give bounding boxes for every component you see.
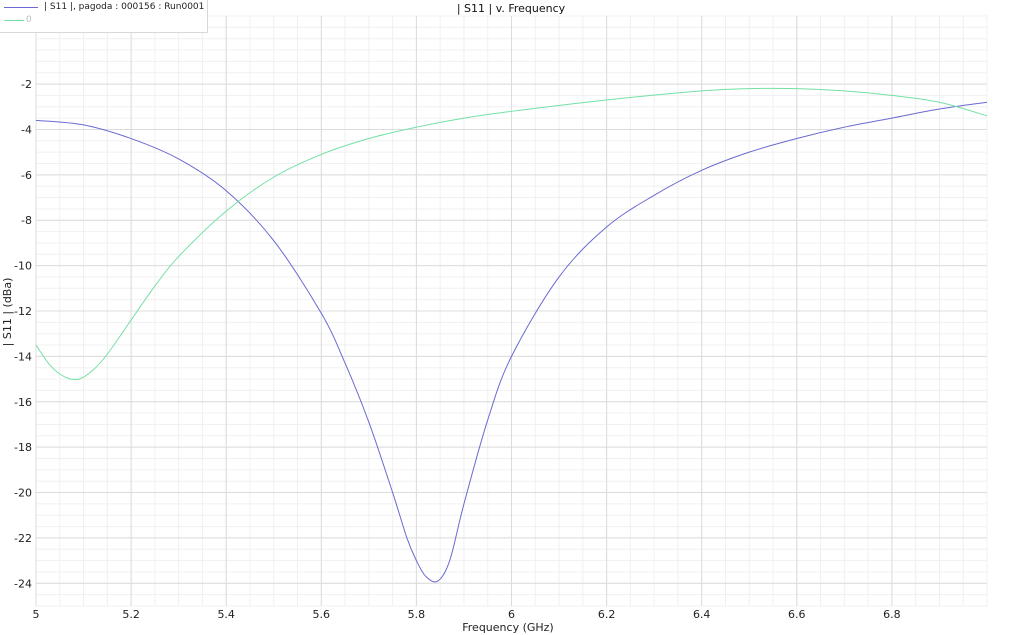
x-tick-label: 6.2 <box>598 608 616 621</box>
y-tick-label: -8 <box>21 214 32 227</box>
y-tick-label: -12 <box>14 305 32 318</box>
y-tick-label: -10 <box>14 260 32 273</box>
x-tick-label: 5 <box>33 608 40 621</box>
legend-entry-series-1[interactable]: | S11 |, pagoda : 000156 : Run0001 <box>0 2 207 13</box>
y-tick-label: -20 <box>14 487 32 500</box>
y-tick-label: -22 <box>14 532 32 545</box>
grid <box>35 15 988 607</box>
x-tick-label: 6.8 <box>883 608 901 621</box>
x-tick-label: 6 <box>508 608 515 621</box>
y-tick-label: -14 <box>14 350 32 363</box>
legend-label-series-1: | S11 |, pagoda : 000156 : Run0001 <box>44 2 205 12</box>
y-axis-title: | S11 | (dBa) <box>1 278 14 347</box>
legend-label-series-2: 0 <box>26 15 32 25</box>
y-tick-label: -2 <box>21 78 32 91</box>
legend-entry-series-2[interactable]: 0 <box>0 15 207 26</box>
x-tick-label: 5.8 <box>408 608 426 621</box>
legend-swatch-series-1 <box>4 7 38 8</box>
y-tick-label: -4 <box>21 123 32 136</box>
x-tick-label: 5.2 <box>122 608 140 621</box>
x-axis-title: Frequency (GHz) <box>462 621 553 634</box>
y-tick-label: -16 <box>14 396 32 409</box>
y-tick-label: -18 <box>14 441 32 454</box>
x-tick-label: 6.4 <box>693 608 711 621</box>
y-tick-label: -24 <box>14 577 32 590</box>
x-tick-label: 5.4 <box>217 608 235 621</box>
legend-swatch-series-2 <box>4 20 24 21</box>
chart-title: | S11 | v. Frequency <box>457 2 566 15</box>
legend[interactable]: | S11 |, pagoda : 000156 : Run0001 0 <box>0 0 208 33</box>
x-tick-label: 6.6 <box>788 608 806 621</box>
y-tick-label: -6 <box>21 169 32 182</box>
x-tick-label: 5.6 <box>313 608 331 621</box>
chart-svg: | S11 | v. Frequency 5 5.2 5.4 5.6 5.8 6 6.2 6.… <box>1 2 988 634</box>
